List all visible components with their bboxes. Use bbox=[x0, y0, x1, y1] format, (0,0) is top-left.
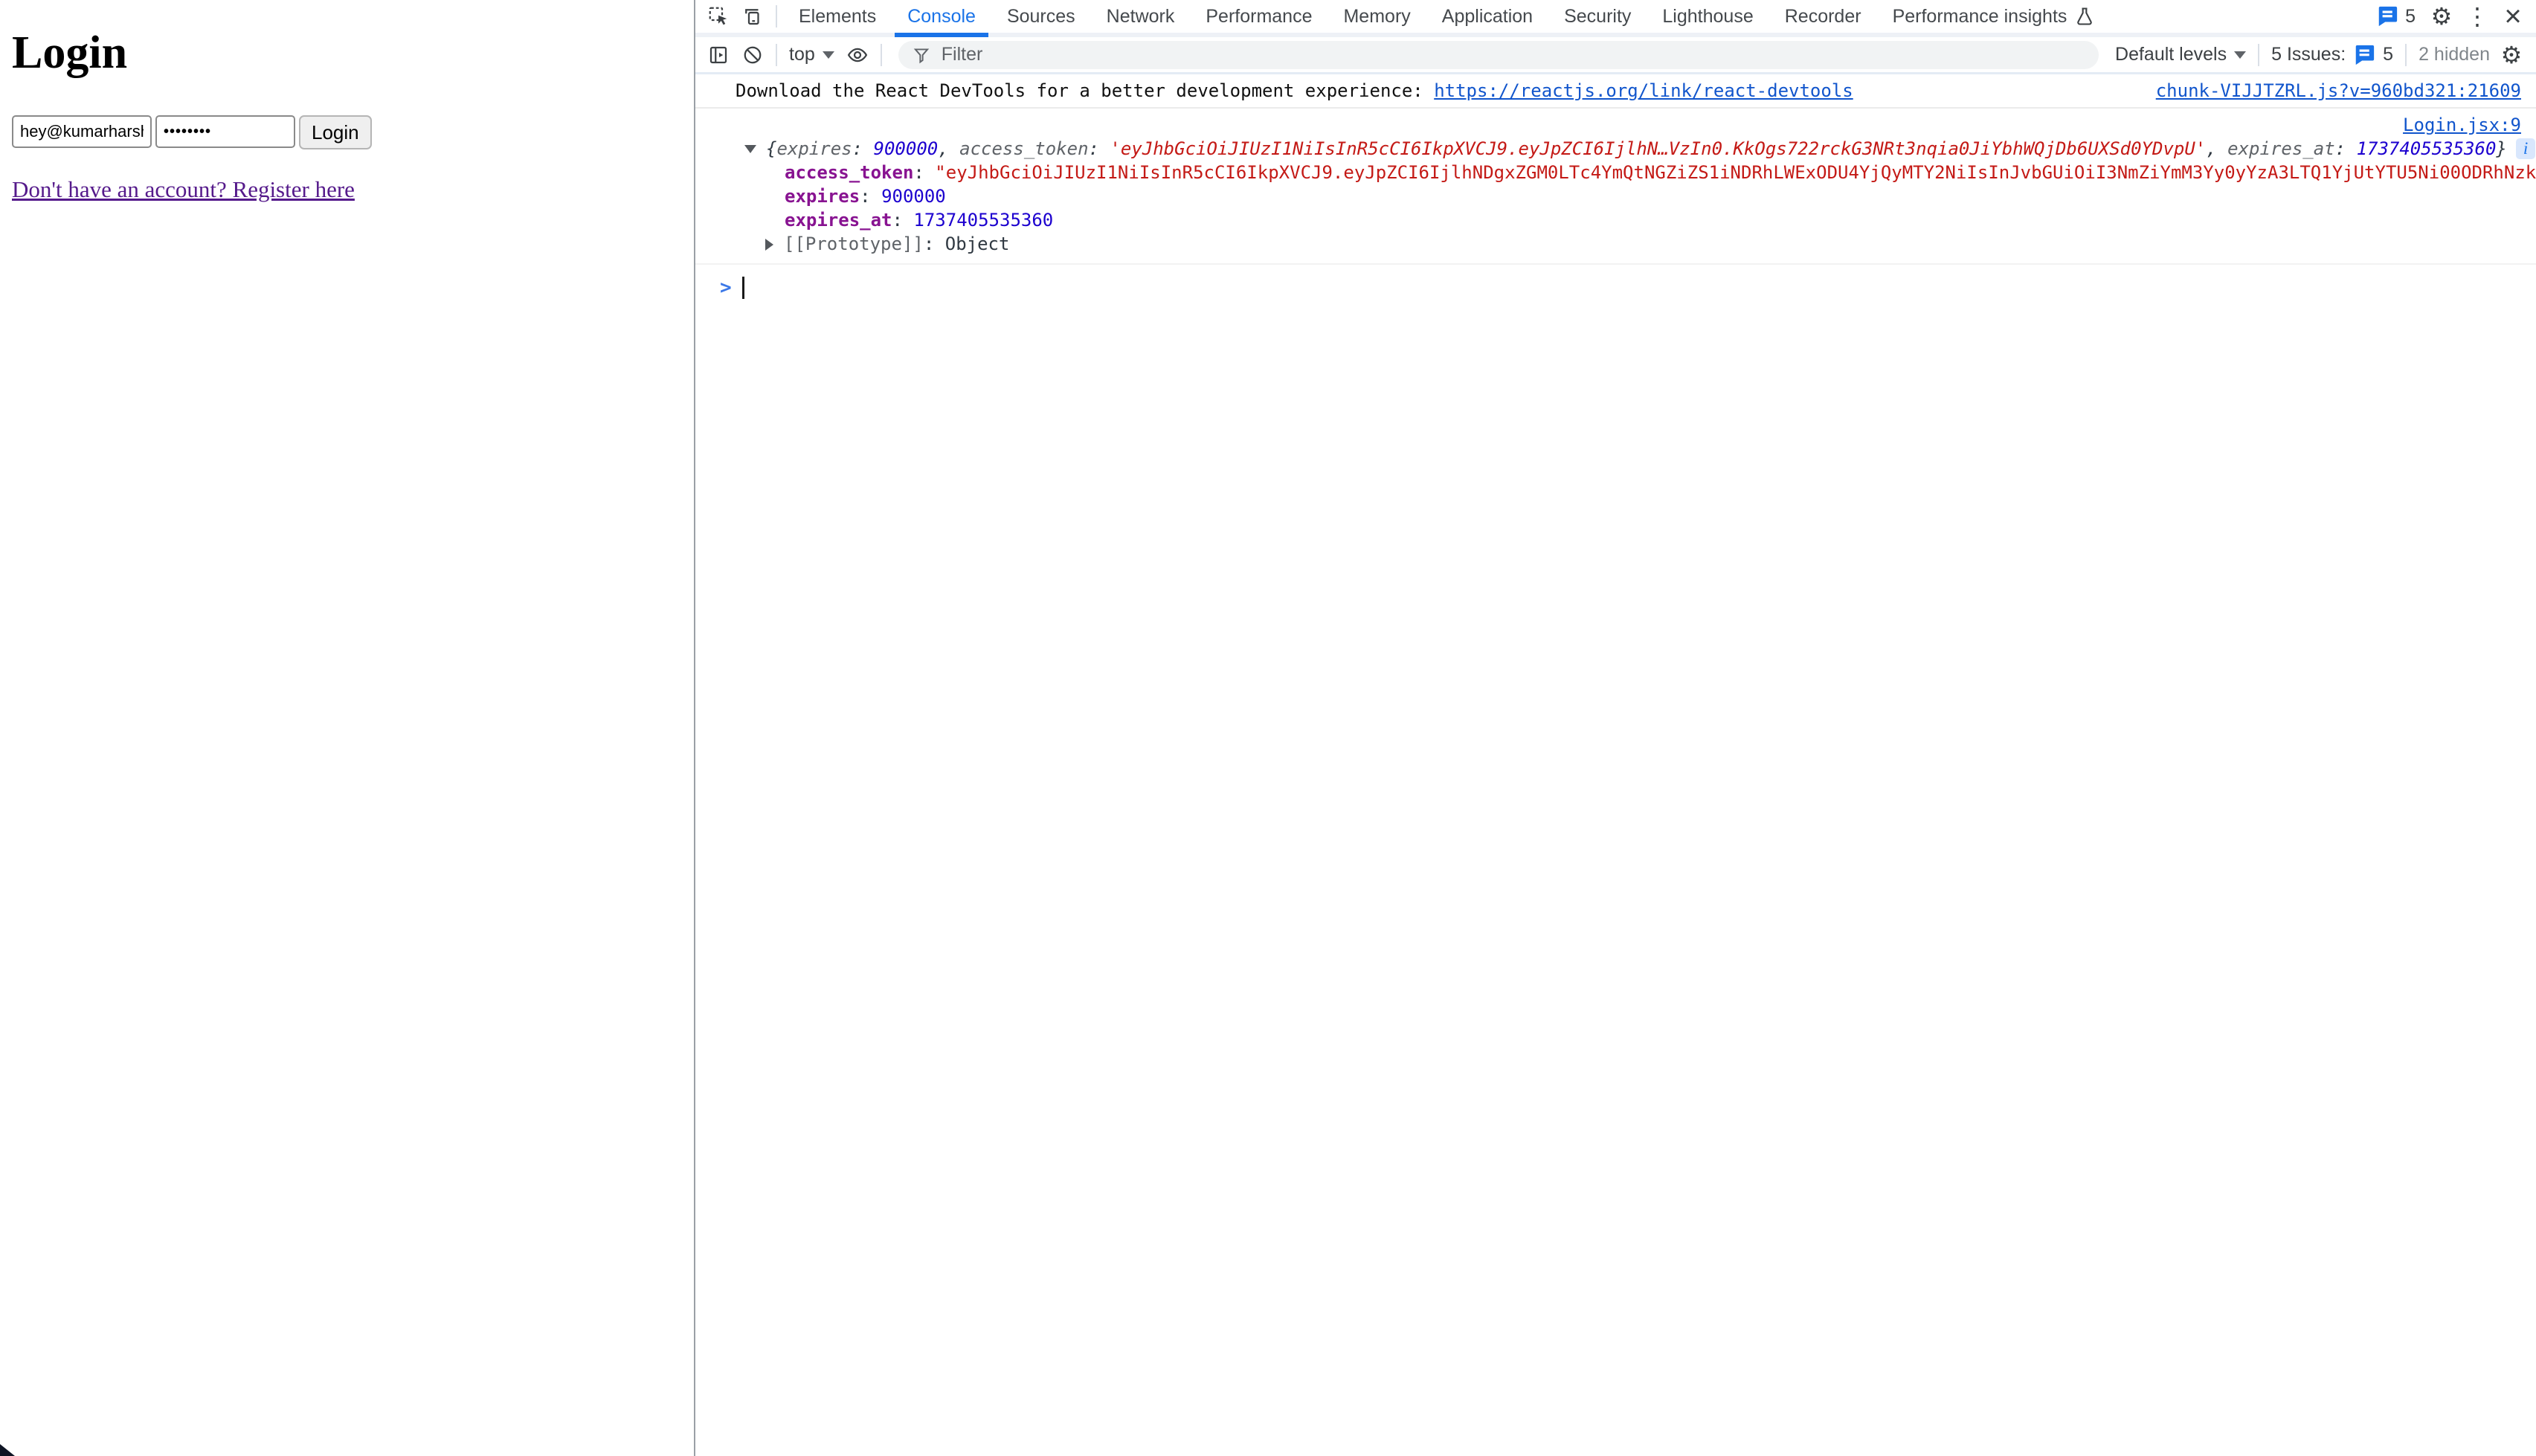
more-options-button[interactable]: ⋮ bbox=[2462, 1, 2493, 31]
tab-recorder[interactable]: Recorder bbox=[1769, 0, 1877, 33]
tabbar-right-controls: 5 ⚙ ⋮ × bbox=[2370, 1, 2536, 31]
property-key: expires_at bbox=[785, 210, 892, 231]
prototype-value: Object bbox=[945, 233, 1010, 254]
settings-button[interactable]: ⚙ bbox=[2426, 1, 2457, 31]
kebab-menu-icon: ⋮ bbox=[2465, 2, 2489, 30]
close-devtools-button[interactable]: × bbox=[2497, 1, 2529, 31]
sidebar-panel-icon bbox=[707, 44, 730, 66]
execution-context-selector[interactable]: top bbox=[783, 44, 840, 65]
clear-console-icon bbox=[741, 44, 764, 66]
filter-box bbox=[898, 41, 2099, 69]
tab-console[interactable]: Console bbox=[892, 0, 991, 33]
react-devtools-message: Download the React DevTools for a better… bbox=[736, 80, 1434, 101]
tab-performance-insights-label: Performance insights bbox=[1893, 6, 2067, 28]
login-button[interactable]: Login bbox=[299, 115, 372, 149]
preview-key-expires: expires bbox=[776, 138, 852, 159]
eye-icon bbox=[846, 44, 869, 66]
message-count: 5 bbox=[2405, 6, 2416, 28]
console-log-entry: Login.jsx:9 {expires: 900000, access_tok… bbox=[695, 109, 2536, 265]
devtools-tabbar: Elements Console Sources Network Perform… bbox=[695, 0, 2536, 33]
hidden-messages-count[interactable]: 2 hidden bbox=[2413, 44, 2496, 65]
toolbar-divider bbox=[776, 44, 777, 66]
preview-brace: { bbox=[766, 138, 776, 159]
object-preview-line[interactable]: {expires: 900000, access_token: 'eyJhbGc… bbox=[695, 137, 2536, 161]
device-toolbar-button[interactable] bbox=[736, 1, 770, 31]
page-title: Login bbox=[12, 27, 682, 80]
filter-funnel-icon bbox=[912, 45, 931, 65]
property-value: 900000 bbox=[881, 186, 946, 207]
property-row: access_token: "eyJhbGciOiJIUzI1NiIsInR5c… bbox=[695, 161, 2536, 184]
console-toolbar: top Default levels 5 Issues: bbox=[695, 37, 2536, 74]
toolbar-divider bbox=[881, 44, 882, 66]
password-field[interactable] bbox=[155, 115, 295, 148]
filter-input[interactable] bbox=[942, 44, 2085, 65]
tab-network[interactable]: Network bbox=[1091, 0, 1191, 33]
context-label: top bbox=[789, 44, 815, 65]
text-cursor bbox=[742, 277, 744, 299]
close-icon: × bbox=[2504, 0, 2521, 33]
info-source-link[interactable]: chunk-VIJJTZRL.js?v=960bd321:21609 bbox=[2156, 80, 2521, 101]
levels-label: Default levels bbox=[2115, 44, 2227, 65]
property-row: expires_at: 1737405535360 bbox=[695, 208, 2536, 232]
chevron-down-icon bbox=[2234, 51, 2246, 59]
device-toolbar-icon bbox=[741, 5, 764, 28]
react-devtools-link[interactable]: https://reactjs.org/link/react-devtools bbox=[1434, 80, 1853, 101]
tab-sources[interactable]: Sources bbox=[991, 0, 1091, 33]
tab-application[interactable]: Application bbox=[1426, 0, 1548, 33]
tab-memory[interactable]: Memory bbox=[1327, 0, 1426, 33]
inspect-element-button[interactable] bbox=[701, 1, 736, 31]
tab-lighthouse[interactable]: Lighthouse bbox=[1647, 0, 1769, 33]
tabbar-divider bbox=[776, 5, 777, 28]
register-link[interactable]: Don't have an account? Register here bbox=[12, 176, 355, 202]
toolbar-divider bbox=[2258, 44, 2259, 66]
email-field[interactable] bbox=[12, 115, 152, 148]
property-row: expires: 900000 bbox=[695, 184, 2536, 208]
preview-value-expires-at: 1737405535360 bbox=[2357, 138, 2497, 159]
live-expression-button[interactable] bbox=[840, 39, 875, 71]
tab-performance-insights[interactable]: Performance insights bbox=[1877, 0, 2111, 33]
issues-count: 5 bbox=[2383, 44, 2393, 65]
property-value: "eyJhbGciOiJIUzI1NiIsInR5cCI6IkpXVCJ9.ey… bbox=[935, 162, 2536, 183]
corner-wedge bbox=[0, 1444, 15, 1456]
tab-security[interactable]: Security bbox=[1548, 0, 1647, 33]
preview-key-expires-at: expires_at bbox=[2227, 138, 2335, 159]
tab-performance[interactable]: Performance bbox=[1190, 0, 1327, 33]
info-badge-icon[interactable]: i bbox=[2516, 138, 2535, 159]
expand-triangle-icon[interactable] bbox=[744, 145, 756, 153]
chevron-down-icon bbox=[823, 51, 834, 59]
preview-value-expires: 900000 bbox=[874, 138, 939, 159]
prototype-row[interactable]: [[Prototype]]: Object bbox=[695, 232, 2536, 256]
issues-counter[interactable]: 5 Issues: 5 bbox=[2265, 44, 2399, 66]
devtools-tabs: Elements Console Sources Network Perform… bbox=[783, 0, 2111, 33]
message-bubble-icon bbox=[2376, 5, 2398, 28]
property-value: 1737405535360 bbox=[913, 210, 1053, 231]
log-levels-dropdown[interactable]: Default levels bbox=[2109, 44, 2252, 65]
gear-icon: ⚙ bbox=[2431, 2, 2453, 30]
prototype-key: [[Prototype]] bbox=[784, 233, 924, 254]
prompt-chevron-icon: > bbox=[720, 277, 732, 299]
login-form: Login bbox=[12, 115, 682, 149]
console-prompt[interactable]: > bbox=[695, 265, 2536, 299]
property-key: access_token bbox=[785, 162, 913, 183]
web-page: Login Login Don't have an account? Regis… bbox=[0, 0, 694, 1456]
inspect-cursor-icon bbox=[707, 5, 730, 28]
issues-bubble-icon bbox=[2353, 44, 2375, 66]
console-sidebar-button[interactable] bbox=[701, 39, 736, 71]
console-info-row: Download the React DevTools for a better… bbox=[695, 74, 2536, 109]
tab-elements[interactable]: Elements bbox=[783, 0, 892, 33]
console-messages-badge[interactable]: 5 bbox=[2370, 5, 2421, 28]
toolbar-divider bbox=[2405, 44, 2407, 66]
property-key: expires bbox=[785, 186, 860, 207]
clear-console-button[interactable] bbox=[736, 39, 770, 71]
console-settings-button[interactable]: ⚙ bbox=[2496, 40, 2527, 70]
console-messages: Download the React DevTools for a better… bbox=[695, 74, 2536, 1456]
flask-icon bbox=[2074, 6, 2095, 27]
preview-value-access-token: 'eyJhbGciOiJIUzI1NiIsInR5cCI6IkpXVCJ9.ey… bbox=[1110, 138, 2206, 159]
devtools-panel: Elements Console Sources Network Perform… bbox=[694, 0, 2536, 1456]
preview-key-access-token: access_token bbox=[959, 138, 1088, 159]
gear-icon: ⚙ bbox=[2501, 41, 2523, 69]
log-source-link[interactable]: Login.jsx:9 bbox=[2403, 115, 2521, 135]
collapse-triangle-icon[interactable] bbox=[765, 239, 773, 251]
issues-label: 5 Issues: bbox=[2271, 44, 2346, 65]
